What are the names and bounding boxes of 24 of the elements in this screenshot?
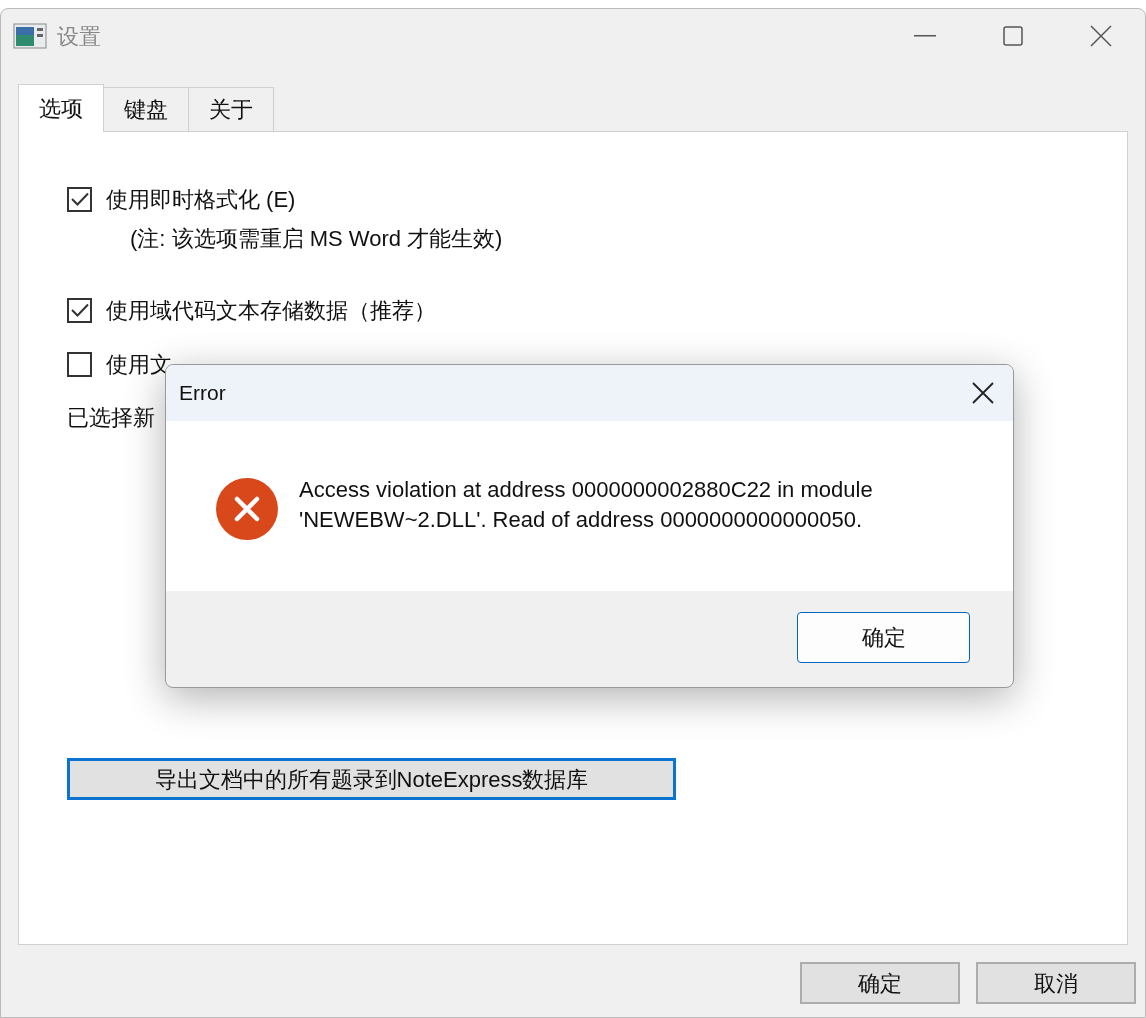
close-icon xyxy=(1090,25,1112,47)
dialog-title: Error xyxy=(179,380,226,407)
checkbox-label: 使用即时格式化 (E) xyxy=(106,185,296,214)
checkbox[interactable] xyxy=(67,351,92,377)
close-icon xyxy=(972,382,994,404)
minimize-icon xyxy=(914,35,936,37)
maximize-icon xyxy=(1003,26,1023,46)
tab[interactable]: 选项 xyxy=(18,84,104,132)
error-message: Access violation at address 0000000002880C22 in module 'NEWEBW~2.DLL'. Read of address 0000000000000050. xyxy=(299,476,874,534)
export-button[interactable]: 导出文档中的所有题录到NoteExpress数据库 xyxy=(67,758,676,800)
window-title: 设置 xyxy=(57,22,101,51)
dialog-button[interactable]: 取消 xyxy=(976,962,1136,1004)
error-icon xyxy=(215,477,279,541)
checkbox[interactable] xyxy=(67,186,92,212)
checkbox[interactable] xyxy=(67,297,92,323)
check-icon xyxy=(70,303,89,317)
tab[interactable]: 关于 xyxy=(188,87,274,131)
note-text: (注: 该选项需重启 MS Word 才能生效) xyxy=(130,225,504,253)
ok-button[interactable]: 确定 xyxy=(797,611,970,663)
check-icon xyxy=(70,192,89,206)
app-icon xyxy=(13,23,47,49)
dialog-button[interactable]: 确定 xyxy=(800,962,960,1004)
checkbox-label: 使用域代码文本存储数据（推荐） xyxy=(106,296,436,325)
status-text: 已选择新 xyxy=(67,404,156,432)
